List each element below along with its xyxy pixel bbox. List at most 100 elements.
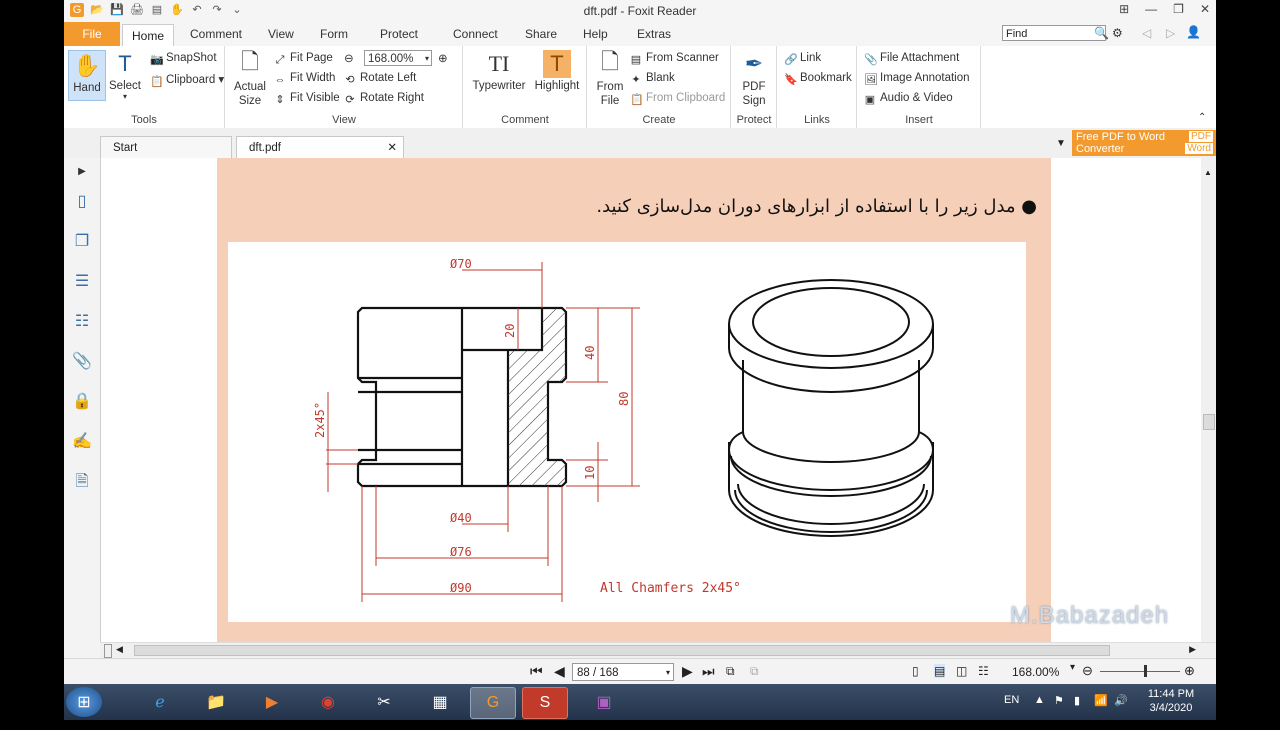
layers-icon[interactable]: ☰	[72, 272, 92, 292]
zoom-out-icon[interactable]: ⊖	[344, 51, 354, 65]
collapse-ribbon-icon[interactable]: ⌃	[1198, 112, 1206, 123]
tab-document[interactable]: dft.pdf ✕	[236, 136, 404, 158]
zoom-out-icon[interactable]: ⊖	[1082, 663, 1093, 679]
continuous-page-icon[interactable]: ▤	[934, 664, 946, 678]
continuous-facing-icon[interactable]: ☷	[978, 664, 989, 678]
hand-button[interactable]: ✋ Hand	[68, 50, 106, 101]
zoom-in-icon[interactable]: ⊕	[438, 51, 448, 65]
image-annotation-button[interactable]: 🖼 Image Annotation	[864, 72, 970, 86]
typewriter-button[interactable]: TI Typewriter	[470, 50, 528, 92]
tab-start[interactable]: Start	[100, 136, 232, 158]
file-explorer-icon[interactable]: 📁	[194, 687, 238, 717]
start-button-icon[interactable]: ⊞	[66, 687, 102, 717]
network-icon[interactable]: ▮	[1074, 694, 1080, 730]
pages-icon[interactable]: ❐	[72, 232, 92, 252]
audio-video-button[interactable]: ▣ Audio & Video	[864, 92, 953, 106]
vertical-scrollbar[interactable]: ▲	[1201, 158, 1216, 642]
clock[interactable]: 11:44 PM 3/4/2020	[1146, 688, 1196, 724]
first-page-icon[interactable]: ⏮	[530, 663, 543, 680]
from-scanner-button[interactable]: ▤ From Scanner	[630, 52, 719, 66]
tab-home[interactable]: Home	[122, 24, 174, 47]
security-lock-icon[interactable]: 🔒	[72, 392, 92, 412]
gear-icon[interactable]: ⚙	[1112, 26, 1123, 40]
page-thumbnails-icon[interactable]: ▯	[72, 192, 92, 212]
next-page-icon[interactable]: ▶	[682, 663, 693, 680]
rotate-left-button[interactable]: ⟲ Rotate Left	[344, 72, 416, 86]
minimize-icon[interactable]: —	[1145, 2, 1157, 16]
document-viewer[interactable]: ● مدل زیر را با استفاده از ابزارهای دورا…	[101, 158, 1201, 642]
media-player-icon[interactable]: ▶	[250, 687, 294, 717]
last-page-icon[interactable]: ⏭	[702, 663, 715, 680]
expand-pane-icon[interactable]: ▶	[72, 162, 92, 182]
from-clipboard-button[interactable]: 📋 From Clipboard	[630, 92, 725, 106]
attachments-icon[interactable]: 📎	[72, 352, 92, 372]
zoom-slider-handle[interactable]	[1144, 665, 1147, 677]
blank-button[interactable]: ✦ Blank	[630, 72, 674, 86]
fit-width-button[interactable]: ⇔ Fit Width	[274, 72, 336, 86]
from-file-button[interactable]: 🗋 From File	[592, 49, 628, 108]
search-icon[interactable]: 🔍	[1094, 26, 1109, 40]
tab-file[interactable]: File	[64, 22, 120, 46]
highlight-button[interactable]: T Highlight	[532, 50, 582, 92]
scroll-left-icon[interactable]: ◀	[116, 644, 123, 655]
tab-form[interactable]: Form	[320, 27, 348, 41]
solidworks-icon[interactable]: S	[522, 687, 568, 719]
close-tab-icon[interactable]: ✕	[387, 137, 397, 159]
link-button[interactable]: 🔗 Link	[784, 52, 821, 66]
zoom-slider[interactable]	[1100, 671, 1180, 672]
tab-help[interactable]: Help	[583, 27, 608, 41]
zoom-dropdown-icon[interactable]: ▾	[1070, 662, 1075, 673]
action-center-icon[interactable]: ⚑	[1054, 694, 1064, 730]
close-icon[interactable]: ✕	[1200, 2, 1210, 16]
signature-icon[interactable]: ✍	[72, 432, 92, 452]
tab-view[interactable]: View	[268, 27, 294, 41]
pdf-to-word-promo[interactable]: Free PDF to Word Converter PDF Word	[1072, 130, 1216, 156]
file-attachment-button[interactable]: 📎 File Attachment	[864, 52, 959, 66]
rotate-right-button[interactable]: ⟳ Rotate Right	[344, 92, 424, 106]
bookmark-button[interactable]: 🔖 Bookmark	[784, 72, 852, 86]
horizontal-scroll-thumb[interactable]	[134, 645, 1110, 656]
zoom-in-icon[interactable]: ⊕	[1184, 663, 1195, 679]
clipboard-button[interactable]: 📋 Clipboard ▾	[150, 72, 224, 88]
calculator-icon[interactable]: ▦	[418, 687, 462, 717]
signal-icon[interactable]: 📶	[1094, 694, 1108, 730]
tab-list-chevron-icon[interactable]: ▼	[1056, 138, 1066, 149]
vertical-scroll-thumb[interactable]	[1203, 414, 1215, 430]
actual-size-button[interactable]: 🗋 Actual Size	[232, 49, 268, 108]
snipping-tool-icon[interactable]: ✂	[362, 687, 406, 717]
horizontal-scrollbar[interactable]: ◀ ▶	[100, 642, 1216, 659]
restore-icon[interactable]: ❐	[1173, 2, 1184, 16]
ribbon-toggle-icon[interactable]: ⊞	[1119, 2, 1129, 16]
certificate-icon[interactable]: 🗎	[72, 472, 92, 492]
show-hidden-icons-icon[interactable]: ▲	[1034, 694, 1045, 730]
zoom-select[interactable]: 168.00% ▾	[364, 50, 432, 66]
foxit-reader-taskbar-icon[interactable]: G	[470, 687, 516, 719]
previous-page-icon[interactable]: ◀	[554, 663, 565, 680]
language-indicator[interactable]: EN	[1004, 694, 1019, 730]
find-input[interactable]: Find	[1002, 25, 1106, 41]
facing-page-icon[interactable]: ◫	[956, 664, 967, 678]
tab-share[interactable]: Share	[525, 27, 557, 41]
pdf-sign-button[interactable]: ✒ PDF Sign	[736, 50, 772, 108]
fit-visible-button[interactable]: ⇕ Fit Visible	[274, 92, 339, 106]
volume-icon[interactable]: 🔊	[1114, 694, 1128, 730]
tab-extras[interactable]: Extras	[637, 27, 671, 41]
comments-icon[interactable]: ☷	[72, 312, 92, 332]
page-layout-icon[interactable]: ⧉	[726, 664, 735, 679]
two-page-icon[interactable]: ⧉	[750, 664, 759, 679]
tab-comment[interactable]: Comment	[190, 27, 242, 41]
forward-icon[interactable]: ▷	[1166, 26, 1175, 40]
tab-protect[interactable]: Protect	[380, 27, 418, 41]
page-number-input[interactable]: 88 / 168 ▾	[572, 663, 674, 681]
user-icon[interactable]: 👤	[1186, 25, 1201, 39]
single-page-icon[interactable]: ▯	[912, 664, 919, 678]
tab-connect[interactable]: Connect	[453, 27, 498, 41]
fit-page-button[interactable]: ⤢ Fit Page	[274, 52, 333, 66]
scroll-right-icon[interactable]: ▶	[1189, 644, 1196, 655]
select-button[interactable]: T Select ▾	[108, 50, 142, 101]
back-icon[interactable]: ◁	[1142, 26, 1151, 40]
snapshot-button[interactable]: 📷 SnapShot	[150, 52, 217, 66]
video-recorder-icon[interactable]: ▣	[582, 687, 626, 717]
internet-explorer-icon[interactable]: ℯ	[138, 687, 182, 717]
scroll-up-icon[interactable]: ▲	[1204, 168, 1212, 177]
